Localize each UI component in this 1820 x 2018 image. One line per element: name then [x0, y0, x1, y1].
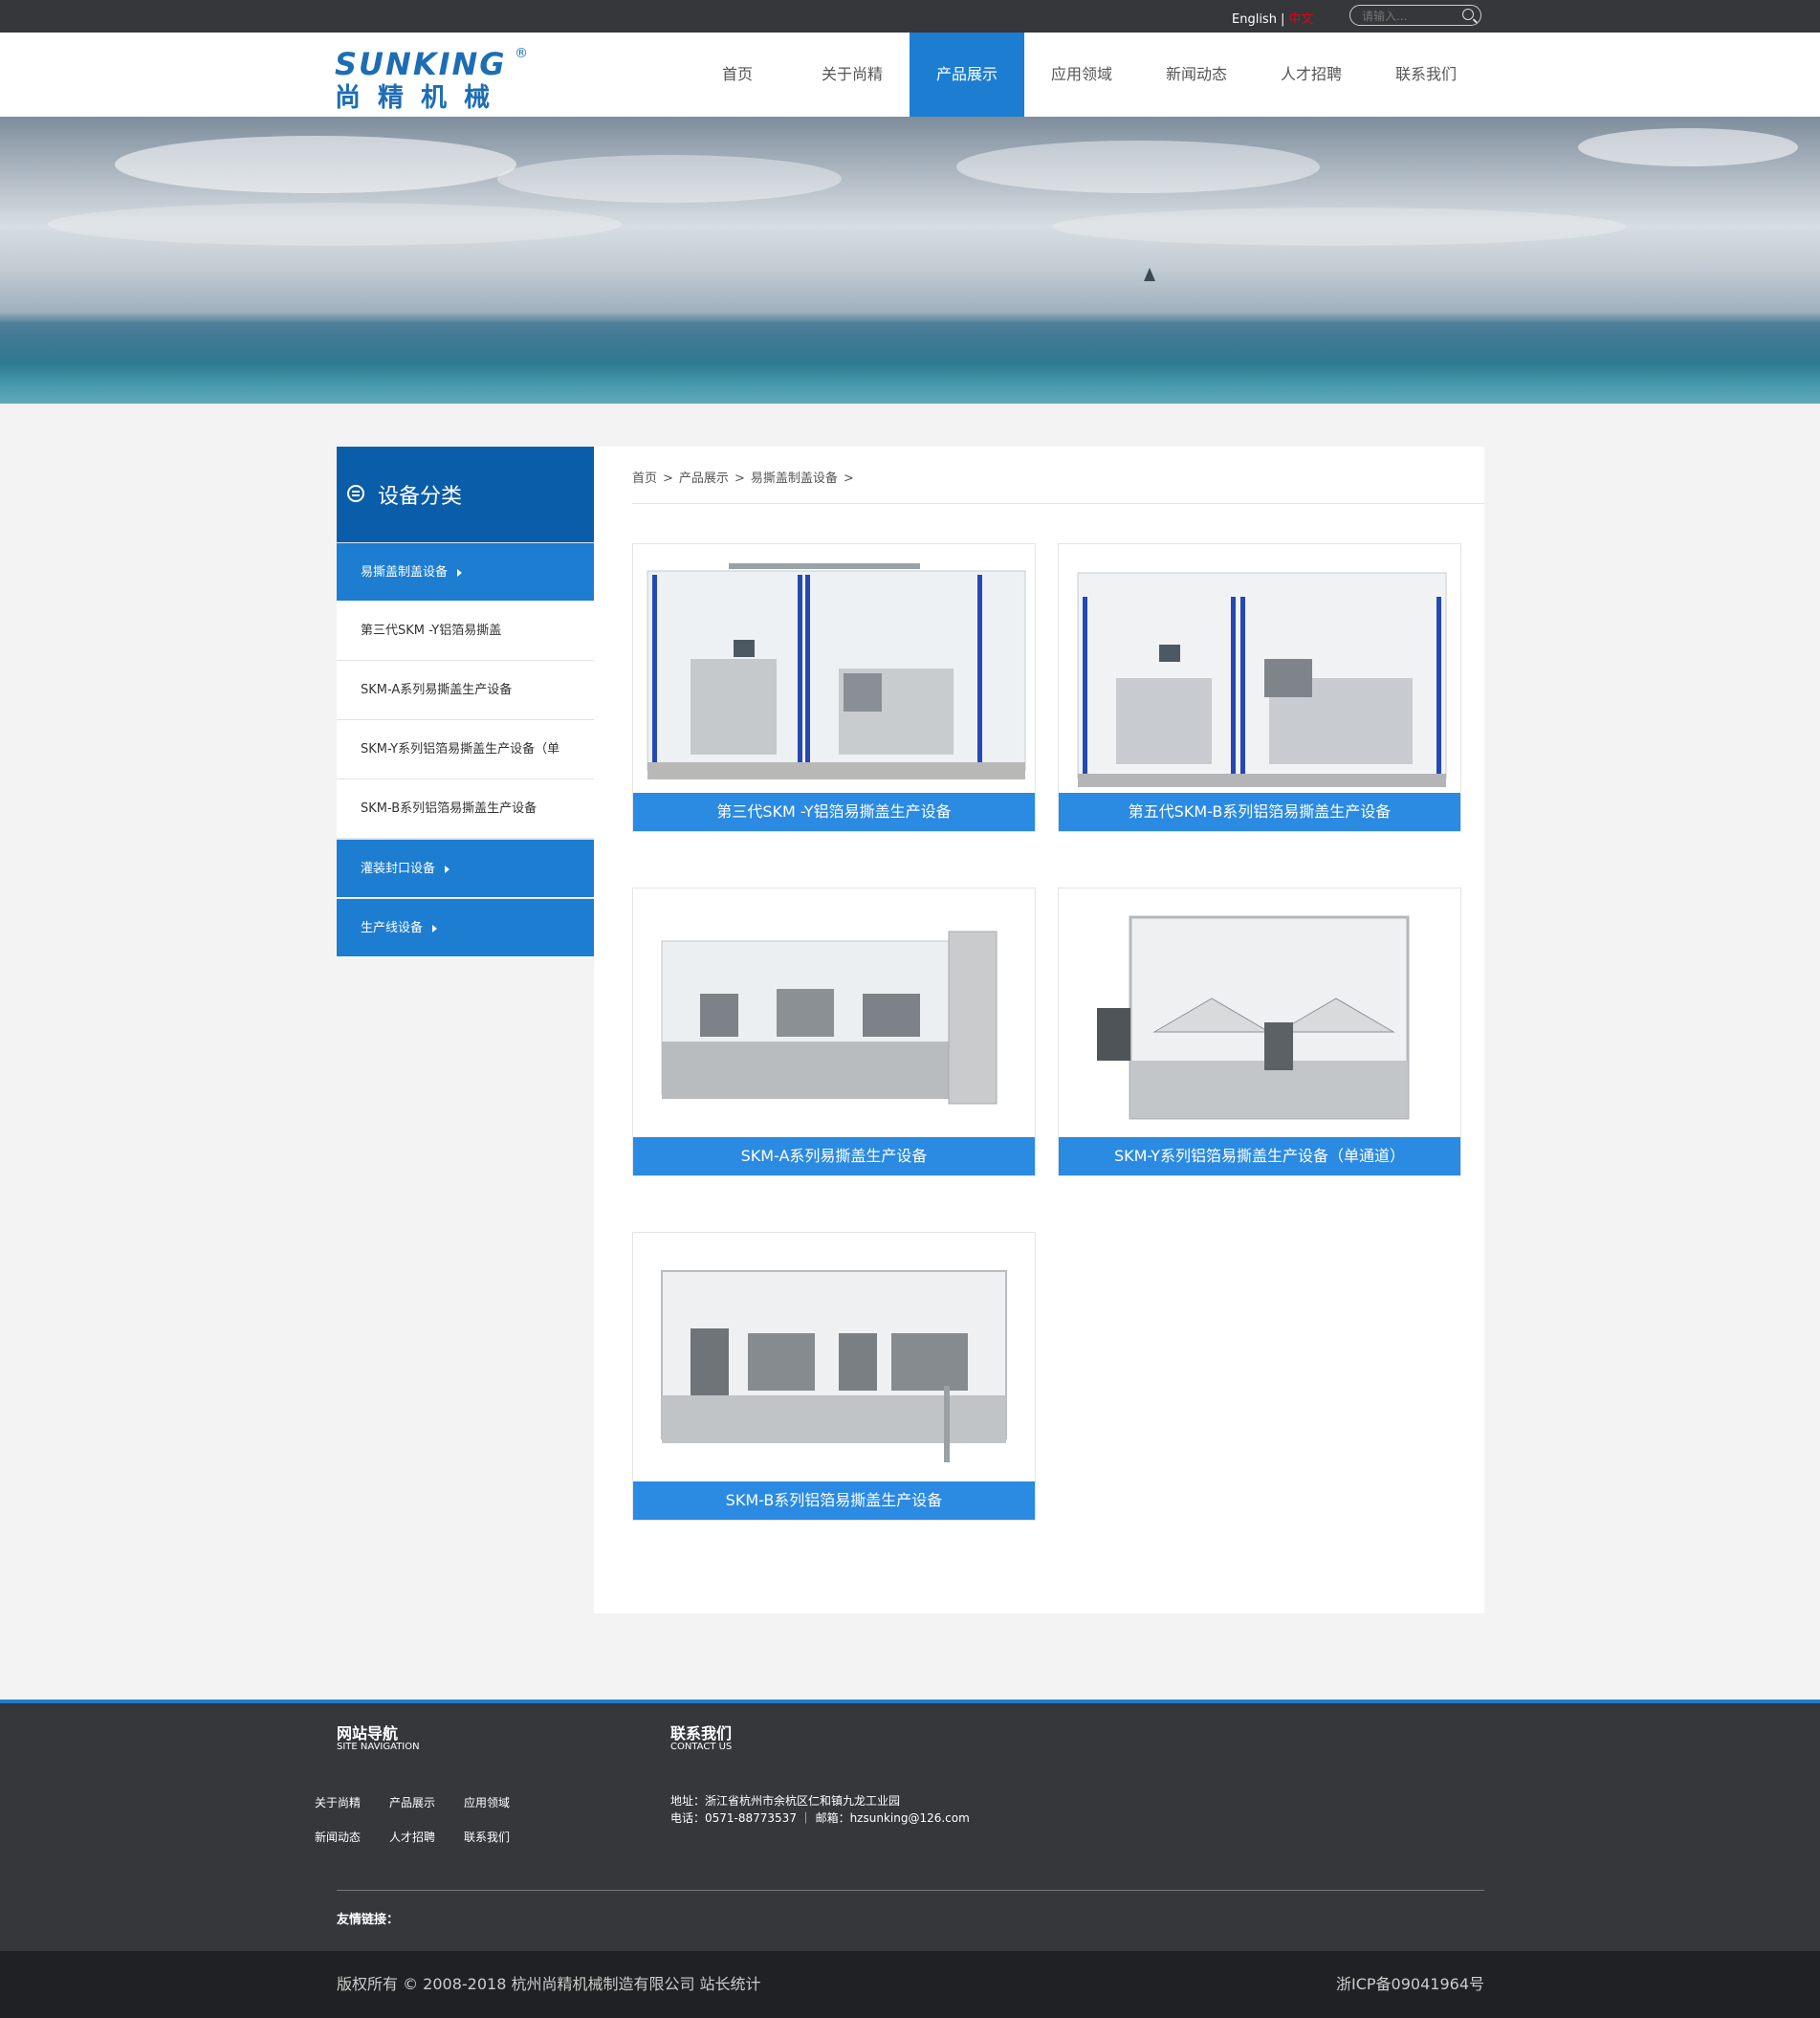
sidebar-item-label: 易撕盖制盖设备: [361, 565, 449, 580]
product-card[interactable]: SKM-Y系列铝箔易撕盖生产设备（单通道）: [1058, 888, 1461, 1176]
sidebar-category-filling-sealing[interactable]: 灌装封口设备: [337, 839, 594, 898]
logo-name-cn: 尚精机械: [335, 83, 507, 113]
nav-item-about[interactable]: 关于尚精: [795, 33, 910, 117]
sidebar-item-skm-b[interactable]: SKM-B系列铝箔易撕盖生产设备: [337, 779, 594, 839]
sidebar-header: 设备分类: [337, 447, 594, 542]
icp-number[interactable]: 浙ICP备09041964号: [1336, 1971, 1484, 1994]
footer-address-block: 地址：浙江省杭州市余杭区仁和镇九龙工业园 电话：0571-88773537 ｜ …: [670, 1792, 970, 1827]
product-image: [633, 544, 1035, 793]
search-icon[interactable]: [1462, 9, 1474, 20]
product-image: [1059, 544, 1460, 793]
footer-nav-title: 网站导航: [337, 1724, 399, 1743]
sidebar-item-skm-y-gen3[interactable]: 第三代SKM -Y铝箔易撕盖: [337, 602, 594, 661]
product-card[interactable]: 第五代SKM-B系列铝箔易撕盖生产设备: [1058, 543, 1461, 832]
product-card[interactable]: SKM-A系列易撕盖生产设备: [632, 888, 1036, 1176]
header: SUNKING ® 尚精机械 首页 关于尚精 产品展示 应用领域 新闻动态 人才…: [0, 33, 1820, 117]
footer-link-contact[interactable]: 联系我们: [464, 1829, 538, 1863]
footer-phone-email: 电话：0571-88773537 ｜ 邮箱：hzsunking@126.com: [670, 1811, 970, 1825]
sidebar-category-production-line[interactable]: 生产线设备: [337, 898, 594, 957]
sidebar-item-label: 生产线设备: [361, 921, 424, 935]
logo[interactable]: SUNKING ® 尚精机械: [335, 46, 545, 113]
footer-contact-subtitle: CONTACT US: [670, 1742, 733, 1752]
search-input[interactable]: [1360, 8, 1459, 25]
product-image: [1059, 888, 1460, 1137]
footer-link-about[interactable]: 关于尚精: [315, 1794, 389, 1829]
product-caption: SKM-B系列铝箔易撕盖生产设备: [633, 1481, 1035, 1520]
top-bar: English | 中文: [0, 0, 1820, 33]
breadcrumb-home[interactable]: 首页: [632, 472, 657, 486]
caret-right-icon: [445, 865, 450, 873]
product-caption: 第三代SKM -Y铝箔易撕盖生产设备: [633, 793, 1035, 831]
logo-registered-mark: ®: [515, 46, 528, 61]
language-switch: English | 中文: [1232, 12, 1314, 27]
nav-item-home[interactable]: 首页: [680, 33, 795, 117]
lang-chinese-link[interactable]: 中文: [1288, 12, 1313, 27]
nav-item-careers[interactable]: 人才招聘: [1254, 33, 1369, 117]
sidebar-item-skm-a[interactable]: SKM-A系列易撕盖生产设备: [337, 661, 594, 720]
main-nav: 首页 关于尚精 产品展示 应用领域 新闻动态 人才招聘 联系我们: [680, 33, 1483, 117]
nav-item-applications[interactable]: 应用领域: [1024, 33, 1139, 117]
sidebar-category-easy-open-lid[interactable]: 易撕盖制盖设备: [337, 542, 594, 602]
footer-address: 地址：浙江省杭州市余杭区仁和镇九龙工业园: [670, 1794, 901, 1808]
menu-icon: [347, 485, 364, 502]
sidebar-item-skm-y-single[interactable]: SKM-Y系列铝箔易撕盖生产设备（单: [337, 720, 594, 779]
search-box: [1349, 5, 1481, 26]
product-panel: 首页>产品展示>易撕盖制盖设备> 第三代SKM -Y铝箔易撕盖生产设备: [594, 447, 1484, 1613]
footer: 网站导航 SITE NAVIGATION 联系我们 CONTACT US 关于尚…: [0, 1700, 1820, 1955]
nav-item-contact[interactable]: 联系我们: [1369, 33, 1483, 117]
product-card[interactable]: SKM-B系列铝箔易撕盖生产设备: [632, 1232, 1036, 1521]
footer-link-products[interactable]: 产品展示: [389, 1794, 464, 1829]
product-caption: SKM-A系列易撕盖生产设备: [633, 1137, 1035, 1175]
footer-link-careers[interactable]: 人才招聘: [389, 1829, 464, 1863]
nav-item-news[interactable]: 新闻动态: [1139, 33, 1254, 117]
footer-contact-title: 联系我们: [670, 1724, 733, 1743]
footer-link-news[interactable]: 新闻动态: [315, 1829, 389, 1863]
breadcrumb-category[interactable]: 易撕盖制盖设备: [751, 472, 838, 486]
sailboat-icon: [1144, 268, 1155, 281]
divider: [632, 503, 1484, 504]
copyright-text: 版权所有 © 2008-2018 杭州尚精机械制造有限公司 站长统计: [337, 1975, 761, 1993]
lang-english-link[interactable]: English: [1232, 12, 1277, 27]
copyright-bar: 版权所有 © 2008-2018 杭州尚精机械制造有限公司 站长统计 浙ICP备…: [0, 1951, 1820, 2018]
friend-links-label: 友情链接：: [337, 1913, 400, 1927]
category-sidebar: 设备分类 易撕盖制盖设备 第三代SKM -Y铝箔易撕盖 SKM-A系列易撕盖生产…: [337, 447, 594, 957]
footer-link-applications[interactable]: 应用领域: [464, 1794, 538, 1829]
product-image: [633, 1233, 1035, 1481]
breadcrumb-products[interactable]: 产品展示: [679, 472, 729, 486]
product-caption: SKM-Y系列铝箔易撕盖生产设备（单通道）: [1059, 1137, 1460, 1175]
product-card[interactable]: 第三代SKM -Y铝箔易撕盖生产设备: [632, 543, 1036, 832]
footer-links: 关于尚精 产品展示 应用领域新闻动态 人才招聘 联系我们: [315, 1794, 544, 1863]
divider: [337, 1890, 1484, 1891]
caret-right-icon: [457, 568, 463, 577]
product-image: [633, 888, 1035, 1137]
hero-banner: [0, 117, 1820, 404]
breadcrumb: 首页 > 产品展示 > 易撕盖制盖设备 >: [632, 472, 854, 486]
nav-item-products[interactable]: 产品展示: [910, 33, 1024, 117]
sidebar-item-label: 灌装封口设备: [361, 862, 436, 876]
footer-nav-subtitle: SITE NAVIGATION: [337, 1742, 420, 1752]
sidebar-title: 设备分类: [378, 485, 463, 509]
product-caption: 第五代SKM-B系列铝箔易撕盖生产设备: [1059, 793, 1460, 831]
caret-right-icon: [432, 924, 438, 932]
